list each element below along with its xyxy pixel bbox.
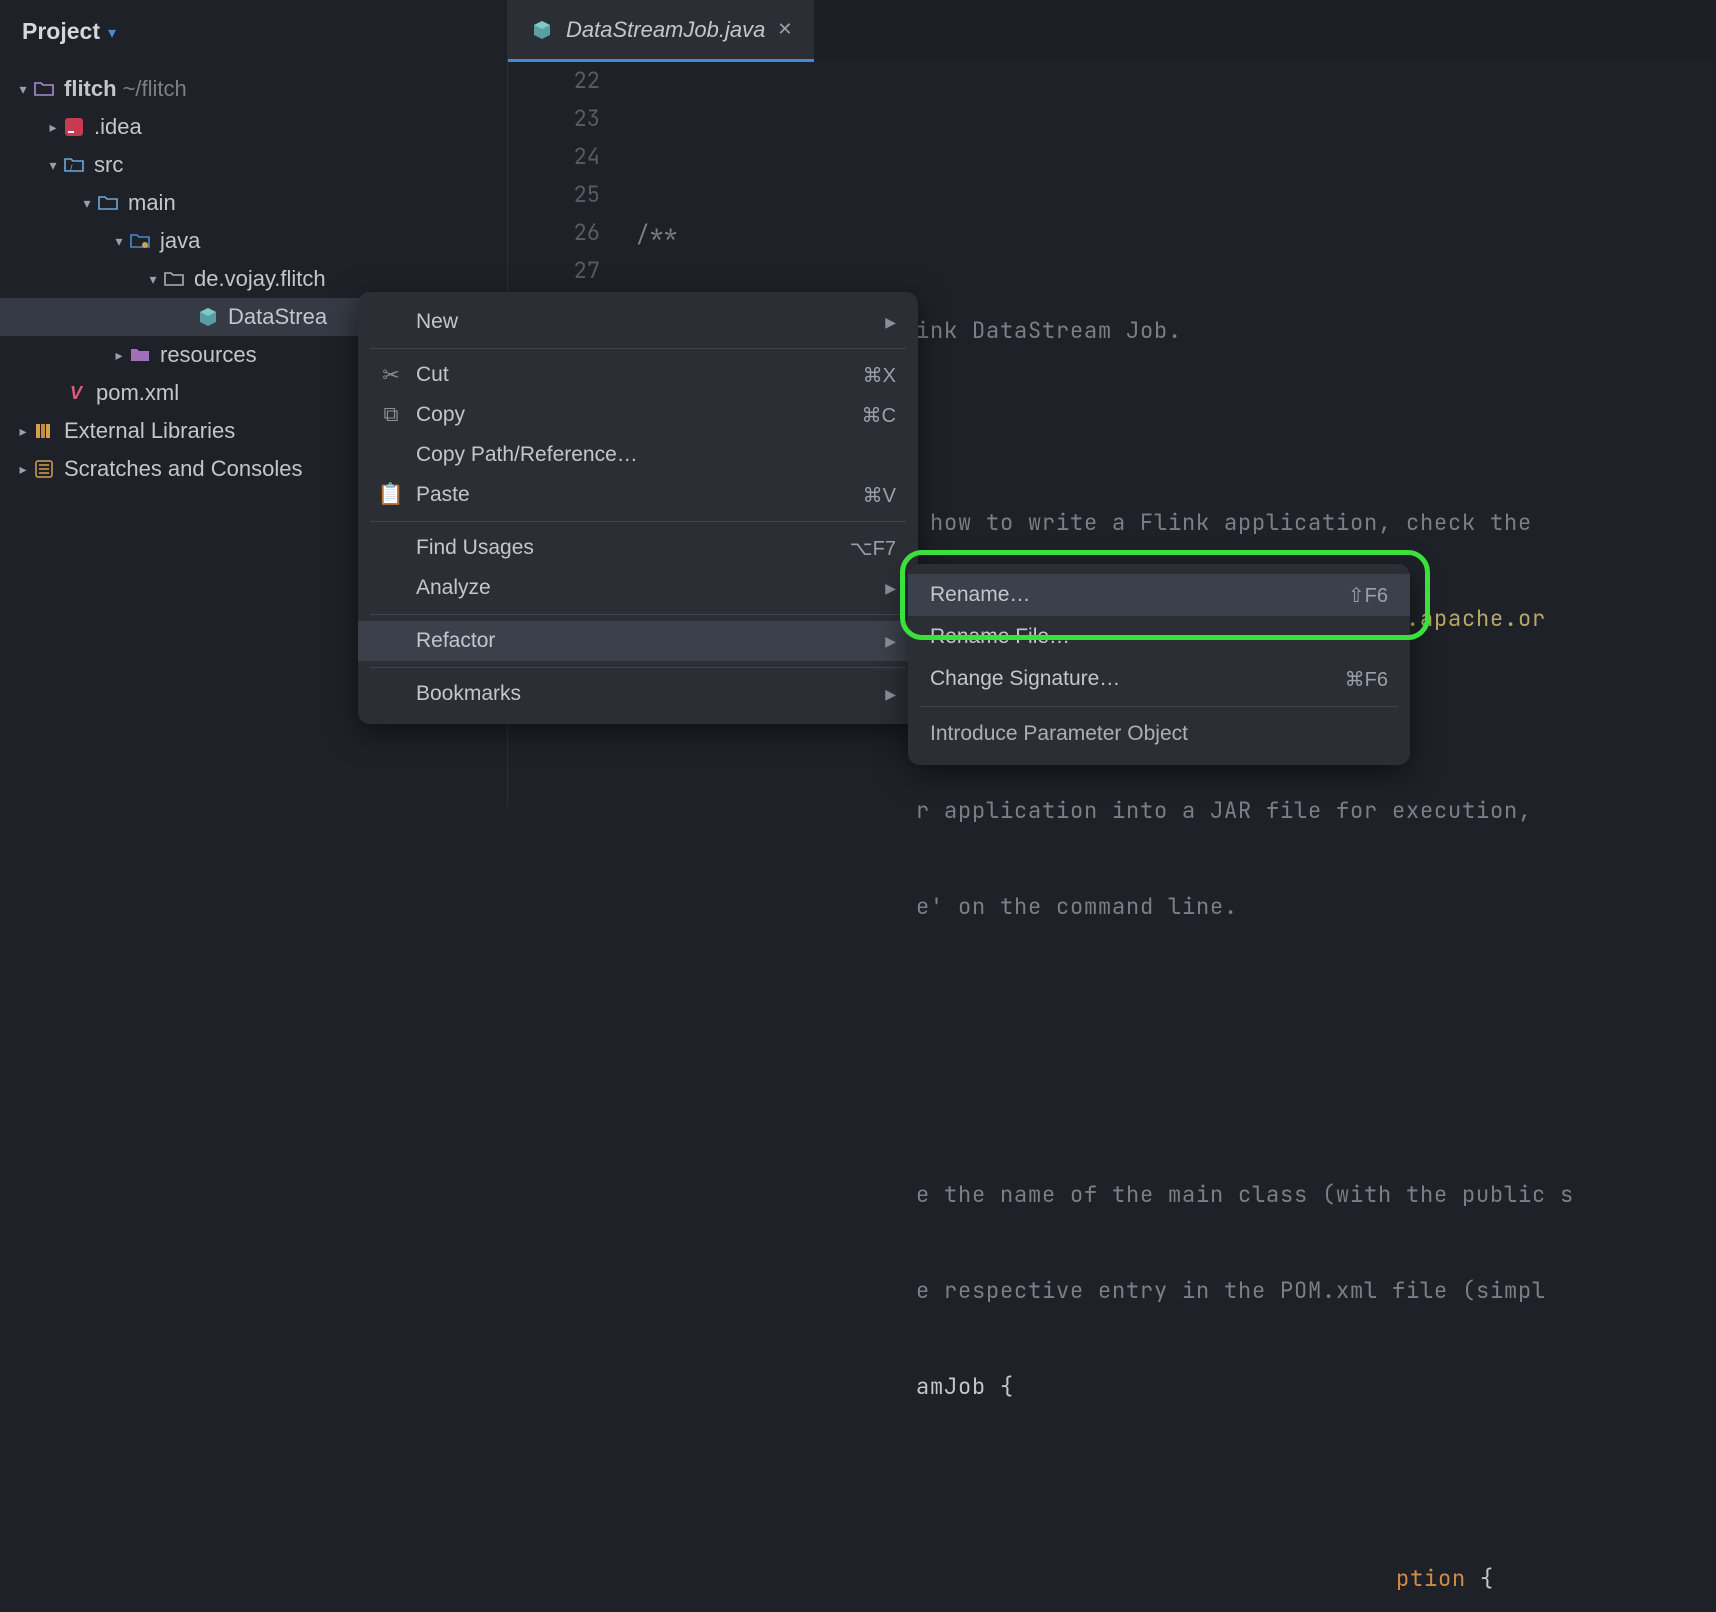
tree-idea[interactable]: ▸ .idea [0, 108, 507, 146]
source-folder-icon [128, 230, 152, 252]
menu-bookmarks[interactable]: Bookmarks ▶ [358, 674, 918, 714]
tree-label: src [94, 152, 123, 178]
submenu-rename[interactable]: Rename… ⇧F6 [908, 574, 1410, 616]
line-number[interactable]: 25 [508, 176, 600, 214]
menu-cut[interactable]: ✂ Cut ⌘X [358, 355, 918, 395]
code-line: amJob { [636, 1368, 1716, 1406]
submenu-rename-file[interactable]: Rename File… [908, 616, 1410, 658]
submenu-introduce-parameter[interactable]: Introduce Parameter Object [908, 713, 1410, 755]
chevron-down-icon[interactable]: ▾ [110, 233, 128, 250]
package-icon [162, 268, 186, 290]
tree-label: resources [160, 342, 257, 368]
chevron-right-icon: ▶ [885, 686, 896, 703]
menu-separator [370, 614, 906, 615]
context-menu: New ▶ ✂ Cut ⌘X ⧉ Copy ⌘C Copy Path/Refer… [358, 292, 918, 724]
chevron-down-icon[interactable]: ▾ [14, 81, 32, 98]
chevron-right-icon[interactable]: ▸ [110, 347, 128, 364]
tree-label: .idea [94, 114, 142, 140]
tree-label: External Libraries [64, 418, 235, 444]
tree-sublabel: ~/flitch [123, 76, 187, 102]
tree-main[interactable]: ▾ main [0, 184, 507, 222]
close-icon[interactable]: ✕ [777, 19, 792, 40]
menu-copy-path[interactable]: Copy Path/Reference… [358, 435, 918, 475]
code-line [636, 120, 1716, 158]
chevron-down-icon[interactable]: ▾ [144, 271, 162, 288]
menu-paste[interactable]: 📋 Paste ⌘V [358, 475, 918, 515]
line-number[interactable]: 22 [508, 62, 600, 100]
line-number[interactable]: 27 [508, 252, 600, 290]
chevron-right-icon: ▶ [885, 633, 896, 650]
tree-label: de.vojay.flitch [194, 266, 326, 292]
menu-copy[interactable]: ⧉ Copy ⌘C [358, 395, 918, 435]
chevron-right-icon: ▶ [885, 580, 896, 597]
code-line: e' on the command line. [636, 888, 1716, 926]
line-number[interactable]: 26 [508, 214, 600, 252]
tree-src[interactable]: ▾ / src [0, 146, 507, 184]
chevron-right-icon[interactable]: ▸ [44, 119, 62, 136]
tree-label: DataStrea [228, 304, 327, 330]
sidebar-title: Project [22, 18, 100, 45]
menu-separator [370, 521, 906, 522]
idea-icon [62, 116, 86, 138]
submenu-change-signature[interactable]: Change Signature… ⌘F6 [908, 658, 1410, 700]
chevron-down-icon[interactable]: ▾ [108, 23, 116, 43]
class-icon [196, 306, 220, 328]
library-icon [32, 420, 56, 442]
chevron-right-icon[interactable]: ▸ [14, 423, 32, 440]
editor-tab[interactable]: DataStreamJob.java ✕ [508, 0, 814, 62]
tree-label: main [128, 190, 176, 216]
folder-icon [96, 192, 120, 214]
refactor-submenu: Rename… ⇧F6 Rename File… Change Signatur… [908, 564, 1410, 765]
menu-find-usages[interactable]: Find Usages ⌥F7 [358, 528, 918, 568]
menu-new[interactable]: New ▶ [358, 302, 918, 342]
chevron-right-icon: ▶ [885, 314, 896, 331]
menu-separator [920, 706, 1398, 707]
menu-refactor[interactable]: Refactor ▶ [358, 621, 918, 661]
maven-icon: V [64, 382, 88, 404]
menu-analyze[interactable]: Analyze ▶ [358, 568, 918, 608]
line-number[interactable]: 24 [508, 138, 600, 176]
chevron-down-icon[interactable]: ▾ [44, 157, 62, 174]
tree-root[interactable]: ▾ flitch ~/flitch [0, 70, 507, 108]
module-folder-icon: / [62, 154, 86, 176]
menu-separator [370, 348, 906, 349]
code-line: r application into a JAR file for execut… [636, 792, 1716, 830]
tree-label: pom.xml [96, 380, 179, 406]
code-line: ption { [636, 1560, 1716, 1598]
chevron-down-icon[interactable]: ▾ [78, 195, 96, 212]
tree-label: flitch [64, 76, 117, 102]
tree-java[interactable]: ▾ java [0, 222, 507, 260]
line-number[interactable]: 23 [508, 100, 600, 138]
tree-label: java [160, 228, 200, 254]
menu-separator [370, 667, 906, 668]
scratches-icon [32, 458, 56, 480]
clipboard-icon: 📋 [380, 483, 402, 507]
code-line: e respective entry in the POM.xml file (… [636, 1272, 1716, 1310]
scissors-icon: ✂ [380, 363, 402, 388]
sidebar-header[interactable]: Project ▾ [0, 0, 507, 62]
tab-bar: DataStreamJob.java ✕ [508, 0, 1716, 62]
code-line: /** [636, 216, 1716, 254]
tree-label: Scratches and Consoles [64, 456, 302, 482]
resources-folder-icon [128, 344, 152, 366]
code-line: e the name of the main class (with the p… [636, 1176, 1716, 1214]
copy-icon: ⧉ [380, 403, 402, 427]
tab-label: DataStreamJob.java [566, 17, 765, 43]
class-icon [530, 19, 554, 41]
chevron-right-icon[interactable]: ▸ [14, 461, 32, 478]
folder-icon [32, 78, 56, 100]
